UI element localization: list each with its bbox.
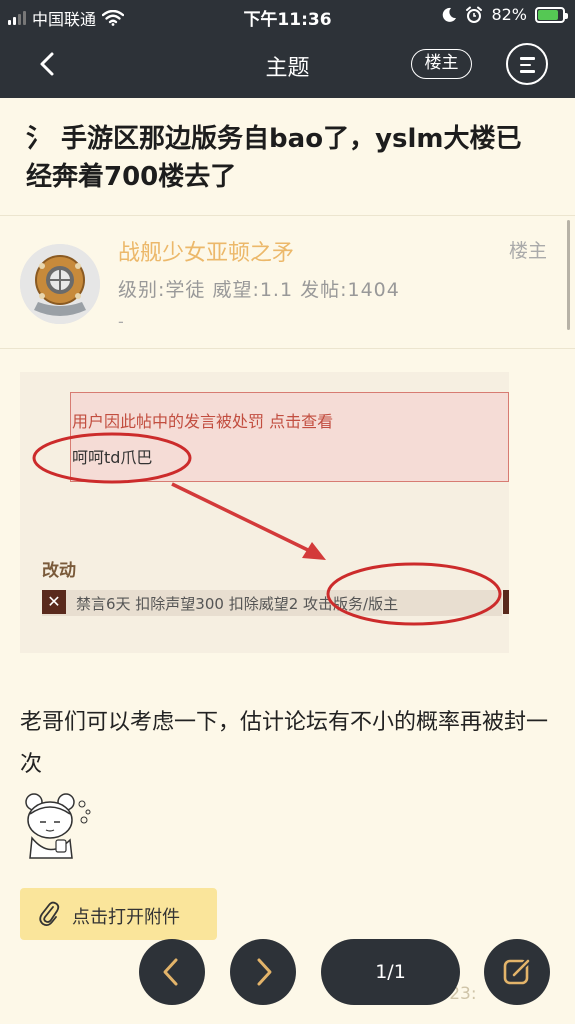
sticker-image bbox=[25, 793, 91, 859]
owner-tag: 楼主 bbox=[509, 240, 548, 262]
edit-icon bbox=[503, 957, 532, 985]
nav-bar: 主题 楼主 bbox=[0, 32, 575, 98]
menu-button[interactable] bbox=[506, 43, 548, 85]
only-owner-button[interactable]: 楼主 bbox=[411, 49, 472, 79]
prev-page-button[interactable] bbox=[139, 939, 205, 1005]
page-indicator-button[interactable]: 1/1 bbox=[321, 939, 460, 1005]
attachment-label: 点击打开附件 bbox=[72, 907, 180, 928]
author-signature: - bbox=[118, 312, 124, 331]
chevron-right-icon bbox=[257, 958, 272, 986]
battery-percent: 82% bbox=[491, 5, 527, 24]
chevron-left-icon bbox=[163, 958, 178, 986]
divider bbox=[0, 215, 575, 216]
thread-title: 氵 手游区那边版务自bao了，yslm大楼已经奔着700楼去了 bbox=[26, 124, 522, 192]
author-avatar[interactable] bbox=[20, 244, 100, 324]
open-attachment-button[interactable]: 点击打开附件 bbox=[20, 888, 217, 940]
alarm-icon bbox=[466, 6, 483, 23]
next-page-button[interactable] bbox=[230, 939, 296, 1005]
status-right: 82% bbox=[441, 5, 568, 24]
moon-icon bbox=[443, 7, 457, 22]
battery-fill bbox=[538, 9, 558, 20]
battery-icon bbox=[535, 6, 568, 23]
author-name[interactable]: 战舰少女亚顿之矛 bbox=[118, 235, 294, 267]
annotation-overlay bbox=[32, 432, 502, 626]
author-stats: 级别:学徒 威望:1.1 发帖:1404 bbox=[118, 279, 400, 301]
scrollbar[interactable] bbox=[567, 220, 570, 330]
post-image[interactable]: 用户因此帖中的发言被处罚 点击查看 呵呵td爪巴 改动 ✕ 禁言6天 扣除声望3… bbox=[20, 372, 509, 653]
divider bbox=[0, 348, 575, 349]
page-title: 主题 bbox=[265, 56, 310, 81]
post-body: 老哥们可以考虑一下，估计论坛有不小的概率再被封一次 bbox=[20, 710, 549, 777]
status-bar: 中国联通 下午11:36 82% bbox=[0, 0, 575, 32]
diving-helmet-icon bbox=[20, 244, 100, 324]
paperclip-icon bbox=[39, 901, 60, 927]
menu-icon bbox=[520, 57, 535, 60]
reply-button[interactable] bbox=[484, 939, 550, 1005]
